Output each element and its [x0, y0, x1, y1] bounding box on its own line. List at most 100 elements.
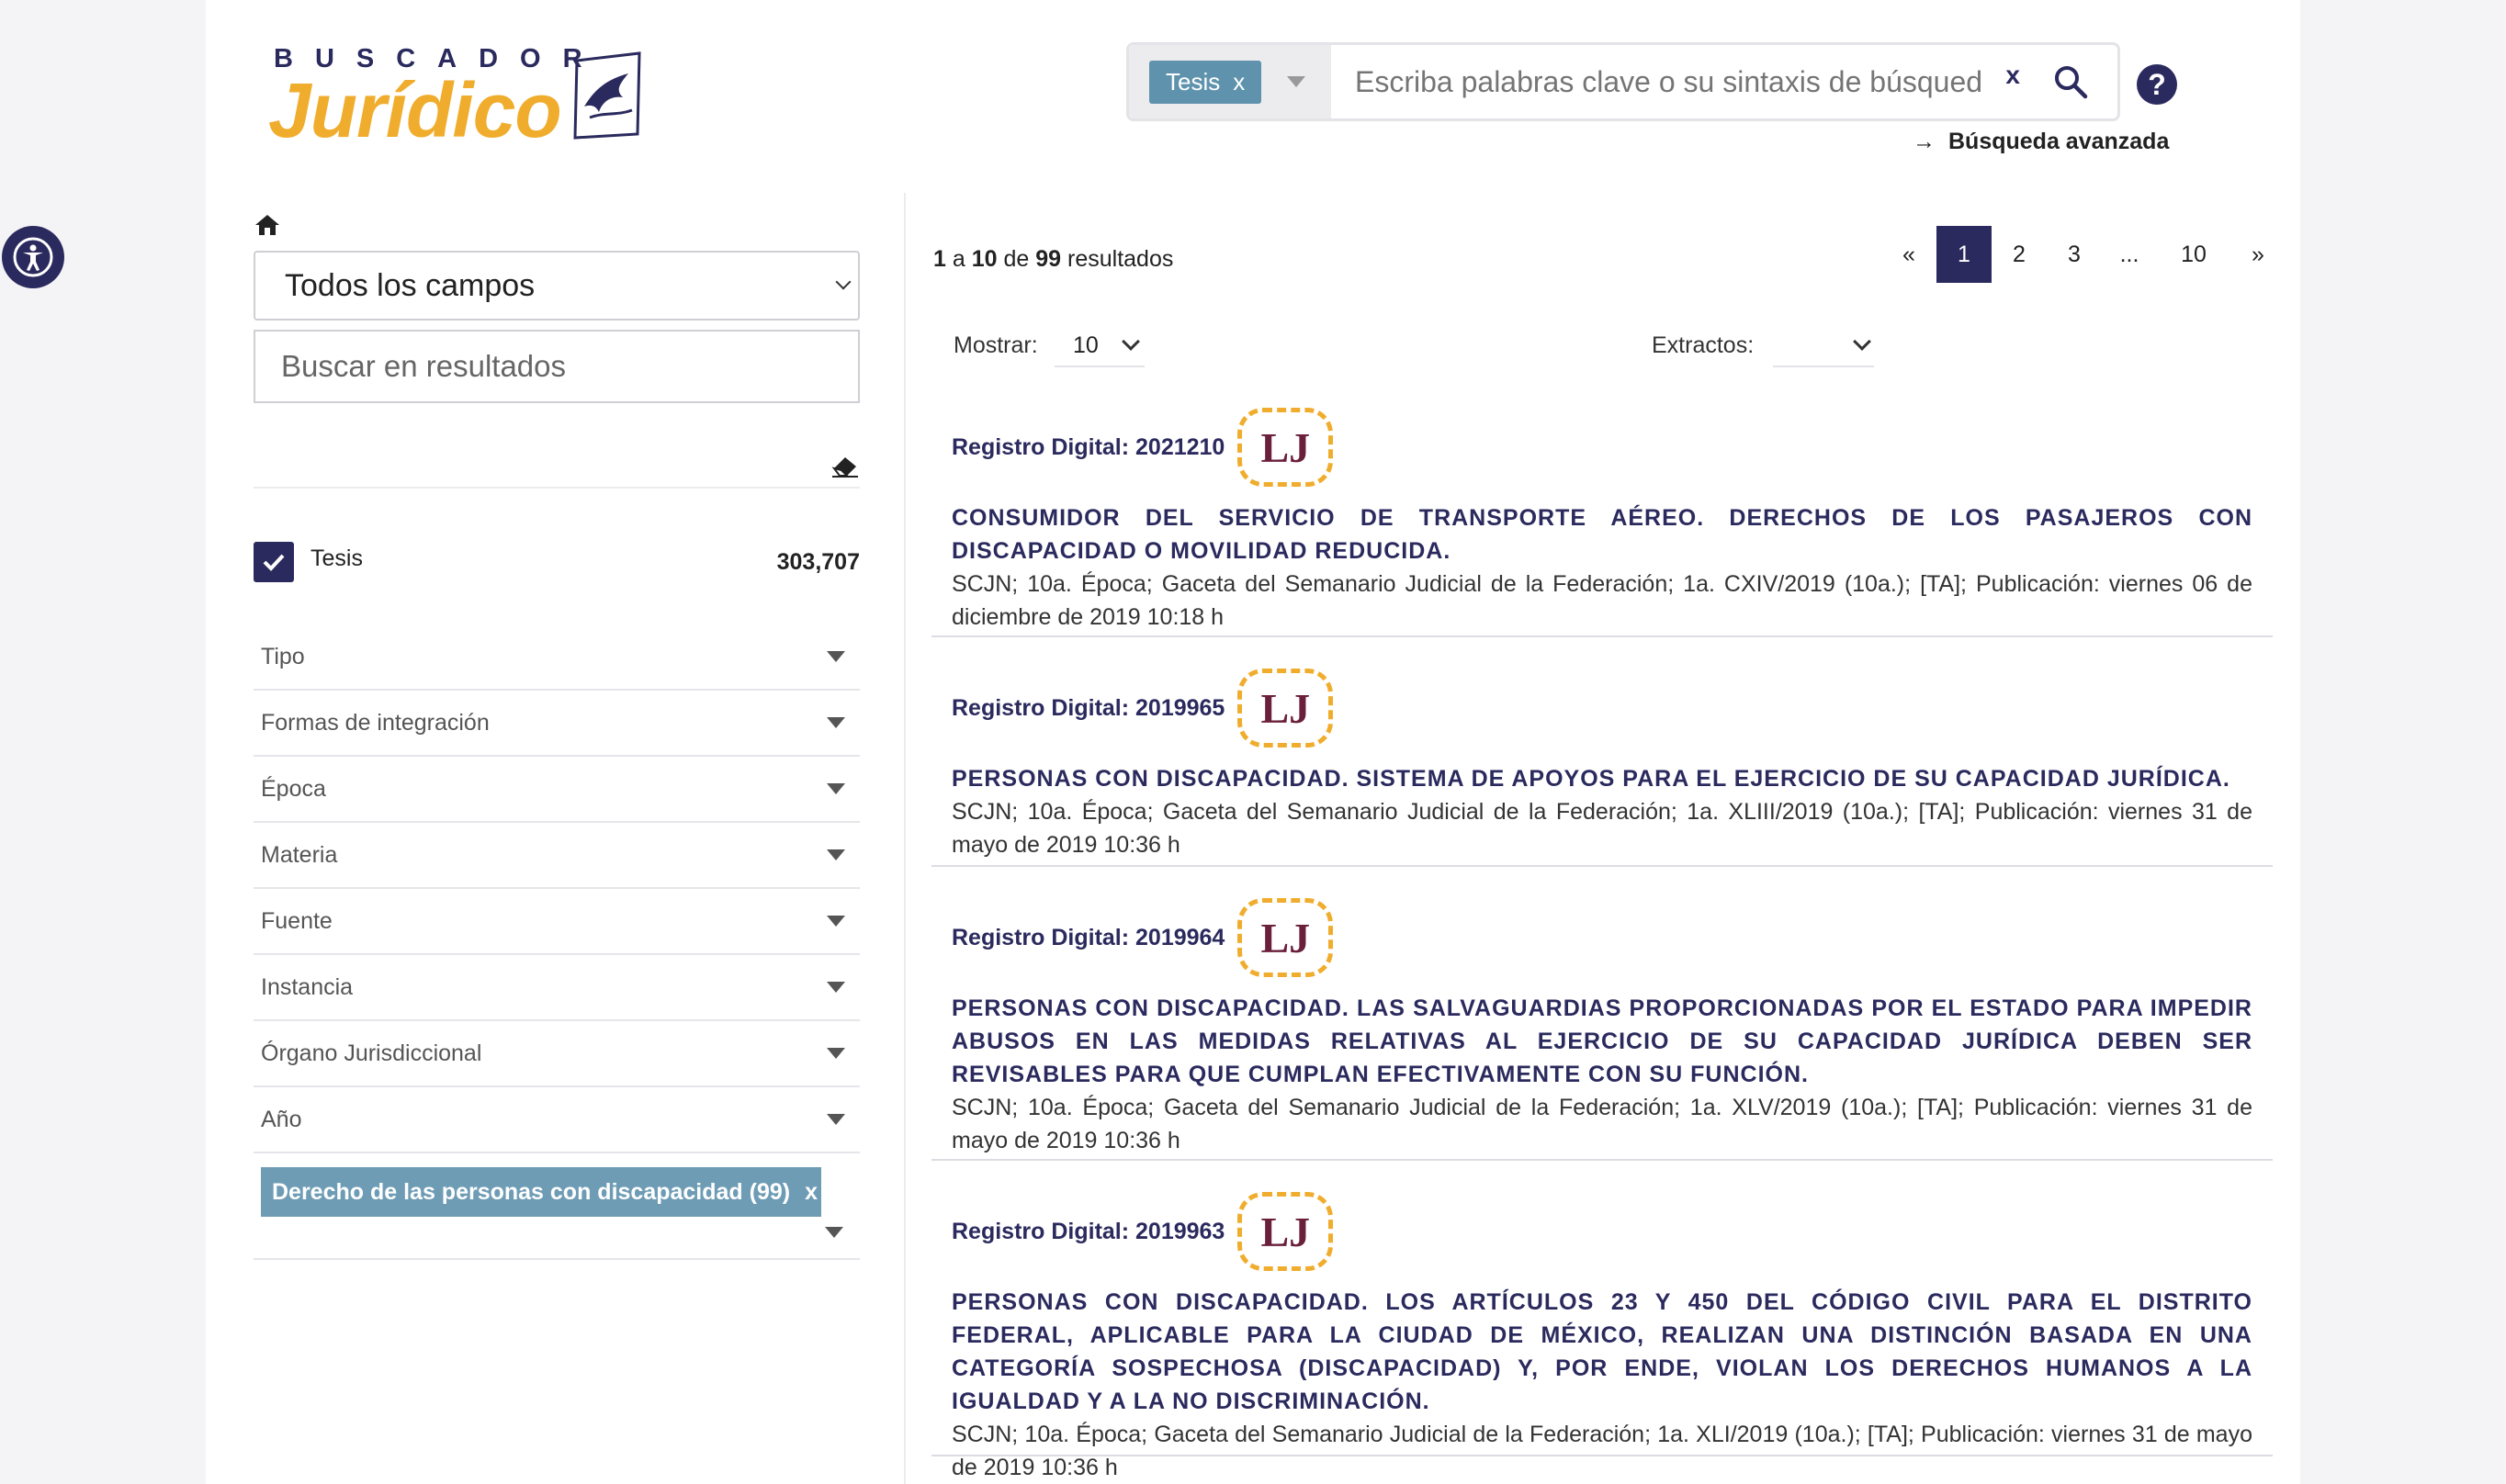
facet-label: Órgano Jurisdiccional [261, 1040, 482, 1066]
result-title[interactable]: PERSONAS CON DISCAPACIDAD. LAS SALVAGUAR… [952, 992, 2252, 1091]
search-type-chip-close[interactable]: x [1233, 68, 1245, 96]
arrow-right-icon: → [1913, 129, 1936, 154]
result-title[interactable]: PERSONAS CON DISCAPACIDAD. LOS ARTÍCULOS… [952, 1286, 2252, 1418]
caret-down-icon [827, 916, 845, 927]
filter-sidebar: Todos los campos Buscar en resultados Te… [206, 193, 906, 1484]
show-label: Mostrar: [954, 332, 1038, 358]
caret-down-icon [827, 783, 845, 794]
accessibility-icon [13, 237, 53, 277]
tesis-count: 303,707 [776, 548, 860, 575]
lj-badge-icon: LJ [1237, 669, 1334, 748]
results-a: a [952, 246, 965, 272]
page-size-select[interactable]: 10 [1055, 325, 1145, 367]
facet-epoca[interactable]: Época [254, 757, 860, 823]
facet-fuente[interactable]: Fuente [254, 889, 860, 955]
lj-badge-icon: LJ [1237, 408, 1334, 487]
results-count: 1 a 10 de 99 resultados [933, 246, 1173, 273]
caret-down-icon [1287, 76, 1306, 87]
active-filter-chip[interactable]: Derecho de las personas con discapacidad… [261, 1167, 821, 1217]
facet-label: Tipo [261, 643, 305, 669]
advanced-search-link[interactable]: → Búsqueda avanzada [1913, 129, 2169, 155]
lj-badge-icon: LJ [1237, 1192, 1334, 1271]
buscador-juridico-logo[interactable]: BUSCADOR Jurídico [268, 42, 819, 153]
pager-page-2[interactable]: 2 [1992, 242, 2047, 268]
tesis-checkbox[interactable] [254, 542, 294, 582]
search-input[interactable] [1331, 64, 2006, 99]
results-panel: 1 a 10 de 99 resultados « 1 2 3 ... 10 »… [931, 193, 2273, 1484]
facet-ano[interactable]: Año [254, 1087, 860, 1153]
facet-tipo[interactable]: Tipo [254, 624, 860, 691]
tesis-checkbox-row[interactable]: Tesis 303,707 [254, 542, 860, 582]
chevron-down-icon [1853, 332, 1871, 351]
home-icon[interactable] [254, 213, 281, 237]
result-meta: SCJN; 10a. Época; Gaceta del Semanario J… [952, 1095, 2252, 1153]
tesis-label: Tesis [310, 545, 363, 571]
facet-label: Materia [261, 841, 338, 868]
result-meta: SCJN; 10a. Época; Gaceta del Semanario J… [952, 799, 2252, 858]
result-meta: SCJN; 10a. Época; Gaceta del Semanario J… [952, 1422, 2252, 1480]
main-search-bar: Tesis x x [1126, 42, 2120, 121]
active-filter-label: Derecho de las personas con discapacidad… [272, 1178, 791, 1205]
active-filter-remove[interactable]: x [805, 1179, 818, 1206]
pagination: « 1 2 3 ... 10 » [1881, 226, 2286, 283]
chevron-down-icon [1121, 332, 1140, 351]
results-total: 99 [1035, 246, 1062, 272]
result-meta: SCJN; 10a. Época; Gaceta del Semanario J… [952, 571, 2252, 630]
eraser-icon[interactable] [830, 454, 860, 478]
facet-label: Instancia [261, 973, 354, 1000]
results-suffix: resultados [1067, 246, 1174, 272]
result-item[interactable]: Registro Digital: 2019963 LJ PERSONAS CO… [931, 1190, 2273, 1480]
search-type-chip-label: Tesis [1166, 67, 1221, 96]
result-registro[interactable]: Registro Digital: 2019965 [952, 695, 1225, 722]
field-select[interactable]: Todos los campos [254, 251, 860, 320]
result-registro[interactable]: Registro Digital: 2019964 [952, 925, 1225, 951]
caret-down-icon [827, 717, 845, 728]
caret-down-icon [827, 849, 845, 860]
result-title[interactable]: PERSONAS CON DISCAPACIDAD. SISTEMA DE AP… [952, 762, 2252, 795]
pager-page-last[interactable]: 10 [2157, 242, 2230, 268]
help-button[interactable]: ? [2137, 64, 2177, 105]
search-icon[interactable] [2053, 64, 2088, 99]
check-icon [263, 554, 285, 571]
search-type-selector[interactable]: Tesis x [1129, 45, 1331, 118]
advanced-search-label: Búsqueda avanzada [1948, 129, 2170, 154]
pager-ellipsis: ... [2119, 241, 2139, 267]
facet-formas-de-integracion[interactable]: Formas de integración [254, 691, 860, 757]
facet-instancia[interactable]: Instancia [254, 955, 860, 1021]
results-to: 10 [971, 246, 998, 272]
search-type-chip[interactable]: Tesis x [1149, 60, 1262, 104]
result-item[interactable]: Registro Digital: 2019964 LJ PERSONAS CO… [931, 896, 2273, 1161]
eagle-emblem-icon [573, 51, 641, 140]
pager-prev[interactable]: « [1881, 242, 1936, 268]
extracts-label: Extractos: [1652, 332, 1755, 358]
search-in-results-input[interactable]: Buscar en resultados [254, 330, 860, 403]
results-de: de [1003, 246, 1030, 272]
result-registro[interactable]: Registro Digital: 2021210 [952, 434, 1225, 461]
facet-label: Fuente [261, 907, 333, 934]
extracts-select[interactable] [1773, 325, 1874, 367]
search-clear-button[interactable]: x [2005, 61, 2020, 90]
pager-page-1[interactable]: 1 [1936, 226, 1992, 283]
divider [254, 1258, 860, 1260]
result-item[interactable]: Registro Digital: 2019965 LJ PERSONAS CO… [931, 667, 2273, 867]
caret-down-icon [827, 1048, 845, 1059]
caret-down-icon [827, 1114, 845, 1125]
chevron-down-icon [835, 274, 852, 290]
result-item[interactable]: Registro Digital: 2021210 LJ CONSUMIDOR … [931, 406, 2273, 637]
pager-page-3[interactable]: 3 [2047, 242, 2102, 268]
result-registro[interactable]: Registro Digital: 2019963 [952, 1219, 1225, 1245]
page-size-value: 10 [1073, 332, 1099, 358]
field-select-value: Todos los campos [285, 267, 536, 303]
facet-label: Formas de integración [261, 709, 490, 736]
facet-label: Época [261, 775, 326, 802]
facet-materia[interactable]: Materia [254, 823, 860, 889]
lj-badge-icon: LJ [1237, 898, 1334, 977]
facet-label: Año [261, 1106, 302, 1132]
page-container: BUSCADOR Jurídico Tesis x x ? → Búsqueda… [206, 0, 2300, 1484]
accessibility-button[interactable] [2, 226, 64, 288]
facet-organo-jurisdiccional[interactable]: Órgano Jurisdiccional [254, 1021, 860, 1087]
caret-down-icon [827, 982, 845, 993]
pager-next[interactable]: » [2230, 242, 2286, 268]
result-title[interactable]: CONSUMIDOR DEL SERVICIO DE TRANSPORTE AÉ… [952, 501, 2252, 568]
caret-down-icon[interactable] [825, 1227, 843, 1238]
